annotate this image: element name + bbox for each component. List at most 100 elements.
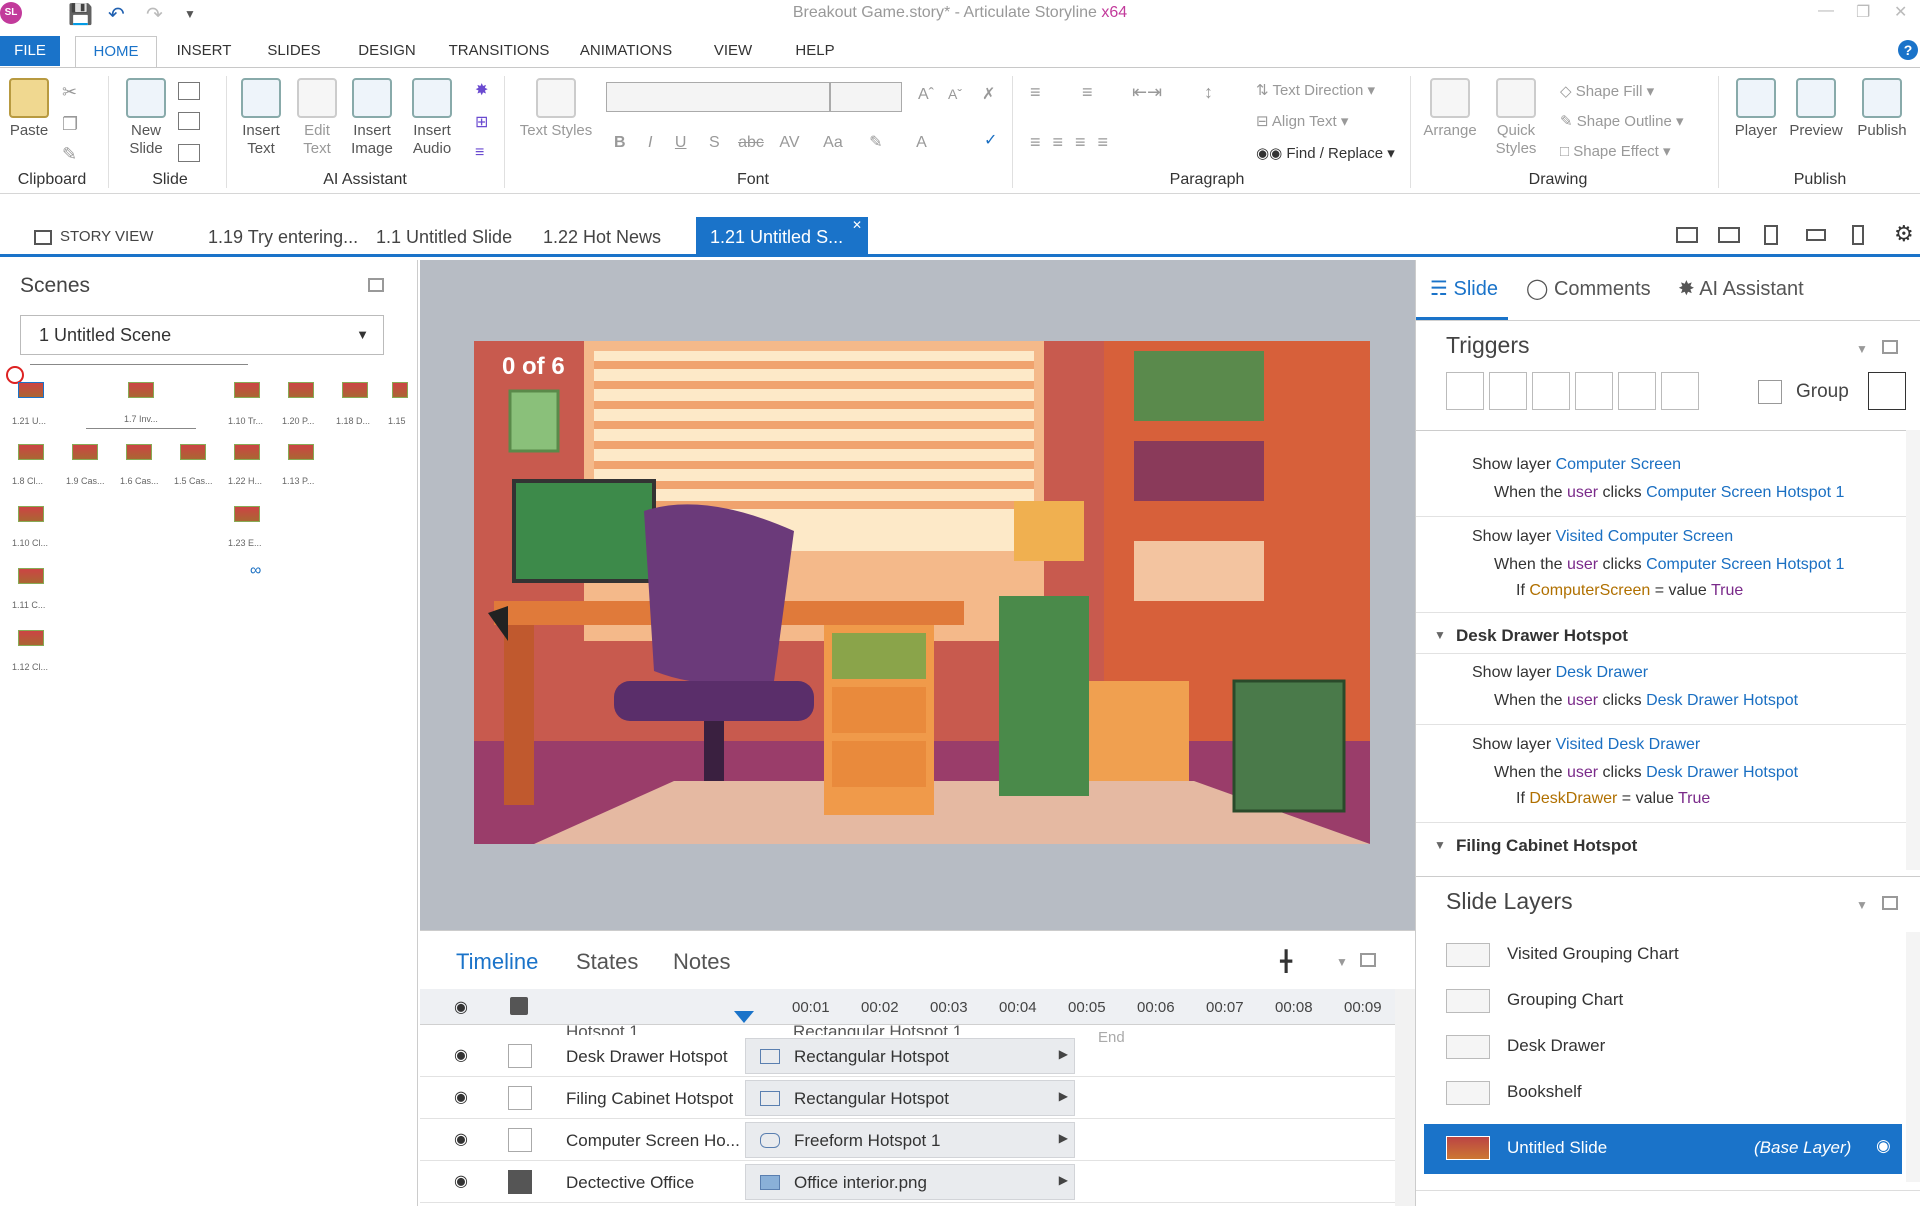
tab-notes[interactable]: Notes bbox=[673, 949, 730, 975]
shape-fill-button[interactable]: ◇ Shape Fill ▾ bbox=[1560, 82, 1654, 100]
copy-icon[interactable]: ❐ bbox=[62, 114, 78, 135]
timeline-row[interactable]: ◉ Dectective Office Office interior.png ▶ bbox=[420, 1161, 1395, 1203]
bullets-icon[interactable]: ≡ bbox=[1030, 82, 1041, 103]
insert-text-button[interactable]: Insert Text bbox=[236, 78, 286, 158]
highlight-icon[interactable]: ✎ bbox=[869, 134, 882, 151]
find-replace-button[interactable]: ◉◉ Find / Replace ▾ bbox=[1256, 144, 1395, 162]
text-direction-button[interactable]: ⇅ Text Direction ▾ bbox=[1256, 81, 1375, 99]
chevron-right-icon[interactable]: ▶ bbox=[1059, 1047, 1068, 1061]
timeline-object-bar[interactable]: Office interior.png ▶ bbox=[745, 1164, 1075, 1200]
delete-trigger-button[interactable] bbox=[1618, 372, 1656, 410]
lock-toggle[interactable] bbox=[508, 1128, 532, 1152]
base-layer-item[interactable]: Untitled Slide (Base Layer) ◉ bbox=[1424, 1124, 1902, 1174]
timeline-scrollbar[interactable] bbox=[1395, 989, 1415, 1206]
panel-restore-icon[interactable] bbox=[1360, 953, 1376, 967]
slide-thumbnail[interactable] bbox=[126, 444, 152, 460]
timeline-row[interactable]: ◉ Desk Drawer Hotspot Rectangular Hotspo… bbox=[420, 1035, 1395, 1077]
trigger-group-header[interactable]: Desk Drawer Hotspot bbox=[1456, 626, 1628, 646]
tab-design[interactable]: DESIGN bbox=[352, 36, 422, 66]
bold-button[interactable]: B bbox=[614, 134, 626, 151]
group-checkbox[interactable] bbox=[1758, 380, 1782, 404]
layout-icon[interactable] bbox=[178, 82, 200, 100]
text-styles-button[interactable]: Text Styles bbox=[514, 78, 598, 140]
tab-home[interactable]: HOME bbox=[75, 36, 157, 68]
slide-thumbnail[interactable] bbox=[128, 382, 154, 398]
chevron-down-icon[interactable]: ▼ bbox=[1856, 342, 1868, 356]
publish-button[interactable]: Publish bbox=[1850, 78, 1914, 140]
lock-icon[interactable] bbox=[510, 997, 528, 1015]
edit-text-button[interactable]: Edit Text bbox=[292, 78, 342, 158]
timeline-object-bar[interactable]: Rectangular Hotspot ▶ bbox=[745, 1080, 1075, 1116]
chevron-down-icon[interactable]: ▼ bbox=[1856, 898, 1868, 912]
ai-list-icon[interactable]: ≡ bbox=[475, 144, 484, 162]
slide-thumbnail[interactable] bbox=[288, 382, 314, 398]
new-slide-button[interactable]: New Slide bbox=[118, 78, 174, 158]
paste-button[interactable]: Paste bbox=[4, 78, 54, 140]
view-phone-landscape-icon[interactable] bbox=[1806, 229, 1826, 241]
font-size-select[interactable] bbox=[830, 82, 902, 112]
copy-trigger-button[interactable] bbox=[1532, 372, 1570, 410]
tab-insert[interactable]: INSERT bbox=[172, 36, 236, 66]
numbering-icon[interactable]: ≡ bbox=[1082, 82, 1093, 103]
playhead-icon[interactable] bbox=[734, 1011, 754, 1023]
shape-outline-button[interactable]: ✎ Shape Outline ▾ bbox=[1560, 112, 1684, 130]
tab-slide[interactable]: ☴ Slide bbox=[1430, 276, 1498, 301]
slide-thumbnail[interactable] bbox=[18, 382, 44, 398]
clear-formatting-icon[interactable]: ✗ bbox=[982, 84, 995, 104]
eye-icon[interactable]: ◉ bbox=[454, 1087, 468, 1107]
ai-sparkle-icon[interactable]: ✸ bbox=[475, 80, 488, 100]
line-spacing-icon[interactable]: ↕ bbox=[1204, 82, 1213, 103]
panel-restore-icon[interactable] bbox=[368, 278, 384, 292]
move-trigger-button[interactable] bbox=[1661, 372, 1699, 410]
character-spacing-button[interactable]: AV bbox=[779, 134, 799, 151]
trigger-options-button[interactable] bbox=[1868, 372, 1906, 410]
lock-toggle[interactable] bbox=[508, 1044, 532, 1068]
layer-item[interactable]: Grouping Chart bbox=[1424, 977, 1902, 1023]
slide-thumbnail[interactable] bbox=[234, 382, 260, 398]
lock-toggle[interactable] bbox=[508, 1170, 532, 1194]
slide-thumbnail[interactable] bbox=[180, 444, 206, 460]
tab-states[interactable]: States bbox=[576, 949, 638, 975]
timeline-row[interactable]: ◉ Filing Cabinet Hotspot Rectangular Hot… bbox=[420, 1077, 1395, 1119]
slide-thumbnail[interactable] bbox=[392, 382, 408, 398]
grow-font-icon[interactable]: Aˆ bbox=[918, 86, 934, 104]
tab-file[interactable]: FILE bbox=[0, 36, 60, 66]
close-tab-icon[interactable]: ✕ bbox=[852, 205, 862, 245]
slide-thumbnail[interactable] bbox=[288, 444, 314, 460]
font-color-icon[interactable]: A bbox=[916, 134, 927, 151]
ai-add-icon[interactable]: ⊞ bbox=[475, 112, 488, 132]
change-case-button[interactable]: Aa bbox=[823, 134, 843, 151]
story-view-tab[interactable]: STORY VIEW bbox=[34, 217, 153, 257]
layer-item[interactable]: Visited Grouping Chart bbox=[1424, 931, 1902, 977]
chevron-right-icon[interactable]: ▶ bbox=[1059, 1131, 1068, 1145]
slide-thumbnail[interactable] bbox=[342, 382, 368, 398]
panel-restore-icon[interactable] bbox=[1882, 896, 1898, 910]
indent-icons[interactable]: ⇤⇥ bbox=[1132, 82, 1162, 103]
eye-icon[interactable]: ◉ bbox=[454, 1171, 468, 1191]
alignment-icons[interactable]: ≡≡≡≡ bbox=[1030, 132, 1120, 153]
format-painter-icon[interactable]: ✎ bbox=[62, 144, 77, 165]
duplicate-slide-icon[interactable] bbox=[178, 144, 200, 162]
view-desktop-icon[interactable] bbox=[1676, 227, 1698, 243]
layer-item[interactable]: Desk Drawer bbox=[1424, 1023, 1902, 1069]
quick-styles-button[interactable]: Quick Styles bbox=[1488, 78, 1544, 158]
view-tablet-landscape-icon[interactable] bbox=[1718, 227, 1740, 243]
tab-timeline[interactable]: Timeline bbox=[456, 949, 538, 975]
reset-slide-icon[interactable] bbox=[178, 112, 200, 130]
cut-icon[interactable]: ✂ bbox=[62, 82, 77, 103]
gear-icon[interactable]: ⚙ bbox=[1894, 221, 1914, 247]
chevron-right-icon[interactable]: ▶ bbox=[1059, 1173, 1068, 1187]
underline-button[interactable]: U bbox=[675, 134, 687, 151]
align-text-button[interactable]: ⊟ Align Text ▾ bbox=[1256, 112, 1348, 130]
tab-help[interactable]: HELP bbox=[790, 36, 840, 66]
new-trigger-button[interactable] bbox=[1446, 372, 1484, 410]
layer-item[interactable]: Bookshelf bbox=[1424, 1069, 1902, 1115]
spell-check-icon[interactable]: ✓ bbox=[984, 130, 997, 150]
eye-icon[interactable]: ◉ bbox=[454, 1045, 468, 1065]
doc-tab[interactable]: 1.22 Hot News bbox=[543, 217, 661, 257]
slide-canvas[interactable] bbox=[474, 341, 1370, 844]
panel-restore-icon[interactable] bbox=[1882, 340, 1898, 354]
help-icon[interactable]: ? bbox=[1898, 40, 1918, 60]
minimize-icon[interactable]: — bbox=[1818, 2, 1834, 20]
font-family-select[interactable] bbox=[606, 82, 830, 112]
